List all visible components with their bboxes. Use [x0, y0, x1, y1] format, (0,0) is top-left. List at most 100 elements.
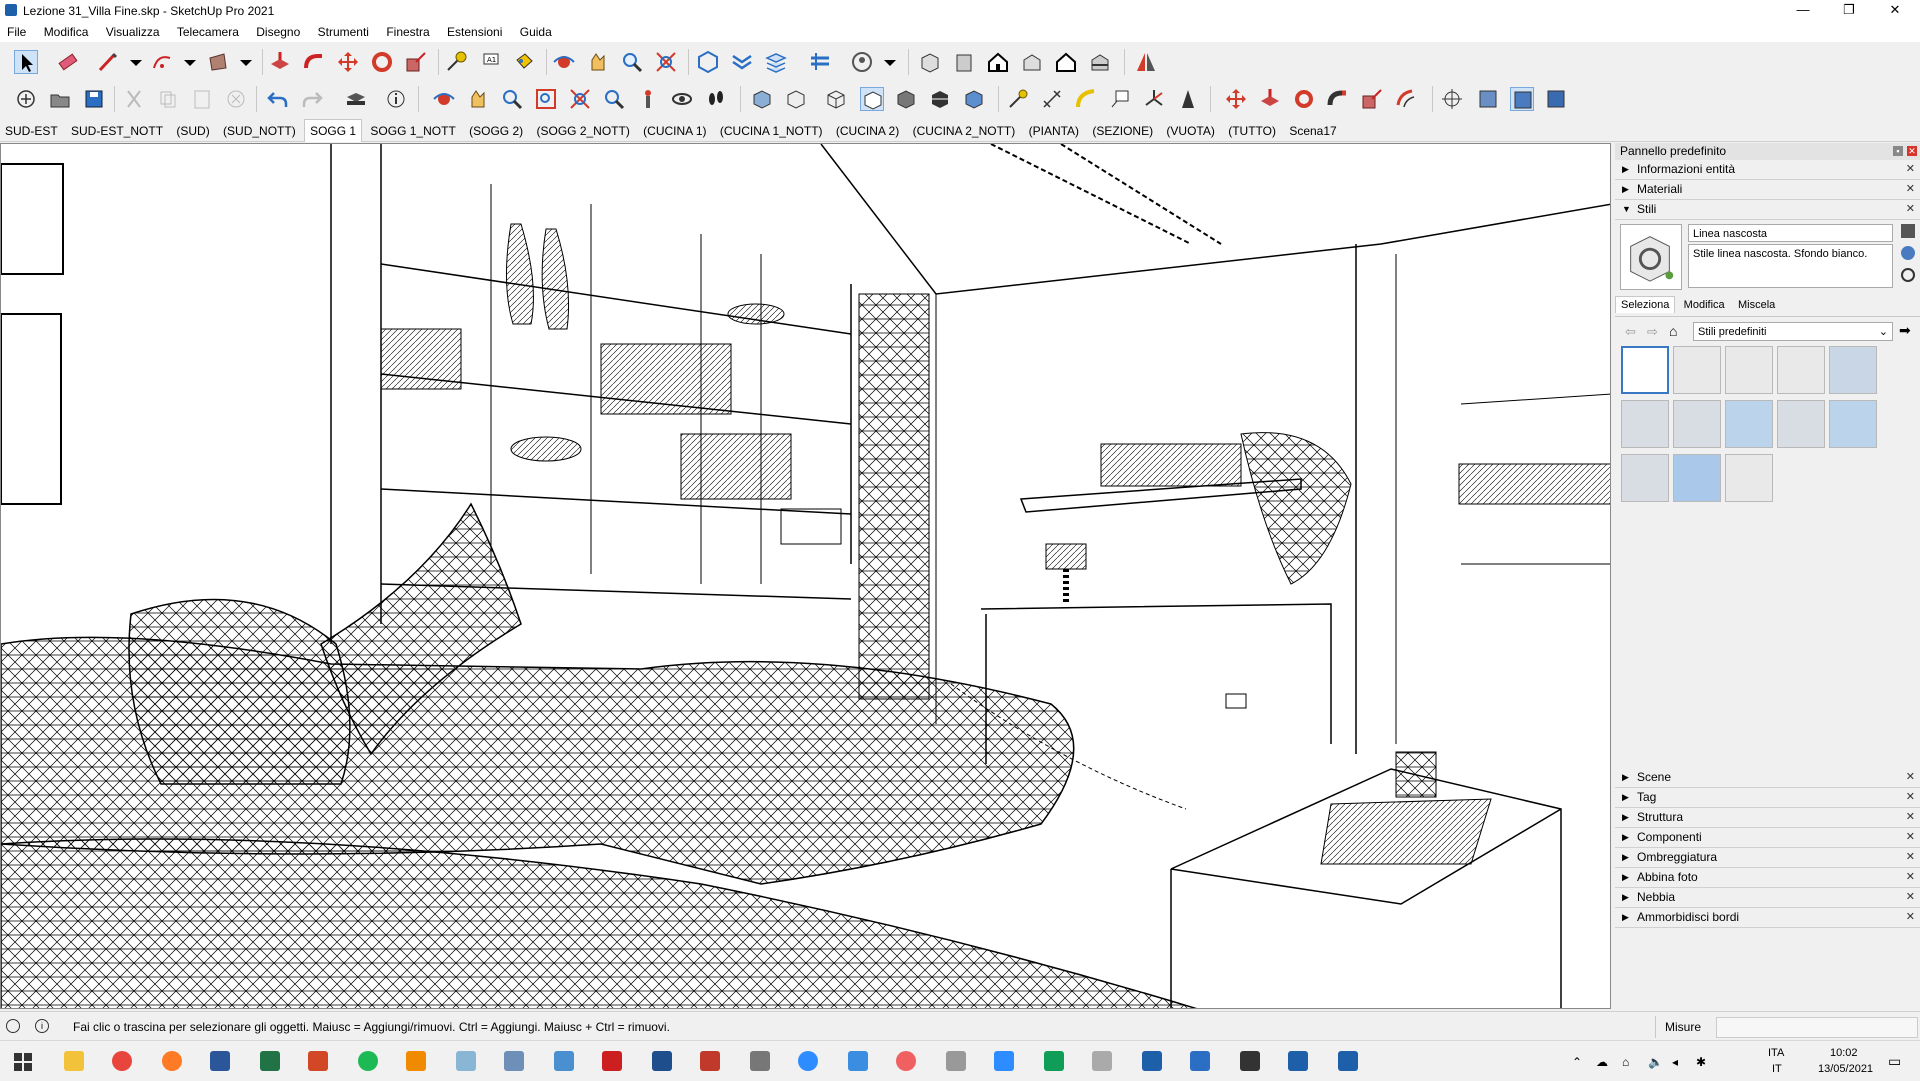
rectangle-tool-icon[interactable] [206, 50, 230, 74]
tray-struttura[interactable]: ▶ Struttura ✕ [1615, 808, 1920, 828]
tray-tag[interactable]: ▶ Tag ✕ [1615, 788, 1920, 808]
word-icon[interactable] [210, 1051, 230, 1071]
tray-scene[interactable]: ▶ Scene ✕ [1615, 768, 1920, 788]
network-icon[interactable]: ⌂ [1622, 1055, 1629, 1069]
model-viewport[interactable] [0, 143, 1611, 1009]
cut-icon[interactable] [122, 87, 146, 111]
scene-tab[interactable]: (PIANTA) [1024, 120, 1084, 142]
menu-finestra[interactable]: Finestra [379, 22, 436, 39]
save-icon[interactable] [82, 87, 106, 111]
profile-icon[interactable] [850, 50, 874, 74]
pin-icon[interactable]: ▪ [1893, 146, 1903, 156]
3d-warehouse-icon[interactable] [696, 50, 720, 74]
orbit-icon[interactable] [552, 50, 576, 74]
excel-icon[interactable] [260, 1051, 280, 1071]
rotate-small-icon[interactable] [1292, 87, 1316, 111]
select-tool-icon[interactable] [14, 50, 38, 74]
style-thumbnail[interactable] [1829, 400, 1877, 448]
follow-me-icon[interactable] [302, 50, 326, 74]
calculator-icon[interactable] [504, 1051, 524, 1071]
scene-tab[interactable]: (VUOTA) [1161, 120, 1219, 142]
onedrive-icon[interactable]: ☁ [1596, 1055, 1608, 1069]
cloud-icon[interactable] [798, 1051, 818, 1071]
refresh-icon[interactable] [1901, 268, 1915, 282]
app-icon[interactable] [456, 1051, 476, 1071]
clock-time[interactable]: 10:02 [1830, 1047, 1858, 1059]
undo-icon[interactable] [266, 87, 290, 111]
monochrome-icon[interactable] [962, 87, 986, 111]
front-view-icon[interactable] [986, 50, 1010, 74]
previous-view-icon[interactable] [602, 87, 626, 111]
section-plane-icon[interactable] [1440, 87, 1464, 111]
dimension-icon[interactable]: A1 [478, 50, 502, 74]
tape-measure-icon[interactable] [444, 50, 468, 74]
back-view-icon[interactable] [1054, 50, 1078, 74]
style-thumbnail[interactable] [1673, 346, 1721, 394]
tray-close-icon[interactable]: ✕ [1906, 828, 1915, 847]
app-icon[interactable] [1092, 1051, 1112, 1071]
tray-close-icon[interactable]: ✕ [1906, 808, 1915, 827]
tray-close-icon[interactable]: ✕ [1906, 160, 1915, 179]
style-thumbnail[interactable] [1725, 346, 1773, 394]
zoom-icon[interactable] [620, 50, 644, 74]
app-icon[interactable] [848, 1051, 868, 1071]
clock-date[interactable]: 13/05/2021 [1818, 1063, 1873, 1075]
arc-tool-icon[interactable] [150, 50, 174, 74]
style-collection-select[interactable]: Stili predefiniti ⌄ [1693, 322, 1893, 341]
app-icon[interactable] [1240, 1051, 1260, 1071]
update-style-icon[interactable] [1901, 246, 1915, 260]
input-language[interactable]: ITA [1768, 1047, 1784, 1059]
display-section-fill-icon[interactable] [1544, 87, 1568, 111]
create-style-icon[interactable] [1901, 224, 1915, 238]
menu-telecamera[interactable]: Telecamera [170, 22, 246, 39]
scene-tab[interactable]: SUD-EST_NOTT [66, 120, 168, 142]
style-thumbnail[interactable] [1725, 454, 1773, 502]
powerpoint-icon[interactable] [308, 1051, 328, 1071]
tray-stili[interactable]: ▼ Stili ✕ [1615, 200, 1920, 220]
model-info-icon[interactable] [384, 87, 408, 111]
scene-tab[interactable]: (CUCINA 1_NOTT) [715, 120, 828, 142]
panel-close-icon[interactable]: ✕ [1907, 146, 1917, 156]
tray-close-icon[interactable]: ✕ [1906, 908, 1915, 927]
style-name-field[interactable]: Linea nascosta [1688, 224, 1893, 242]
look-around-icon[interactable] [670, 87, 694, 111]
scene-tab[interactable]: (SUD_NOTT) [218, 120, 301, 142]
app-icon[interactable] [700, 1051, 720, 1071]
top-view-icon[interactable] [952, 50, 976, 74]
tray-close-icon[interactable]: ✕ [1906, 848, 1915, 867]
tray-informazioni-entita[interactable]: ▶ Informazioni entità ✕ [1615, 160, 1920, 180]
sketchup-icon[interactable] [1142, 1051, 1162, 1071]
speaker-icon[interactable]: ◂ [1672, 1055, 1678, 1069]
bluetooth-icon[interactable]: ✱ [1696, 1055, 1706, 1069]
protractor-icon[interactable] [1074, 87, 1098, 111]
scene-tab-active[interactable]: SOGG 1 [304, 119, 363, 142]
tray-materiali[interactable]: ▶ Materiali ✕ [1615, 180, 1920, 200]
menu-visualizza[interactable]: Visualizza [99, 22, 167, 39]
scene-tab[interactable]: Scena17 [1284, 120, 1341, 142]
style-thumbnail[interactable] [1673, 400, 1721, 448]
walk-icon[interactable] [704, 87, 728, 111]
app-icon[interactable] [750, 1051, 770, 1071]
hidden-line-icon[interactable] [860, 87, 884, 111]
tray-close-icon[interactable]: ✕ [1906, 180, 1915, 199]
menu-guida[interactable]: Guida [513, 22, 559, 39]
display-section-cuts-icon[interactable] [1510, 87, 1534, 111]
volume-icon[interactable]: 🔈 [1648, 1055, 1663, 1069]
menu-modifica[interactable]: Modifica [37, 22, 96, 39]
spotify-icon[interactable] [358, 1051, 378, 1071]
zoom-extents-small-icon[interactable] [568, 87, 592, 111]
position-camera-icon[interactable] [636, 87, 660, 111]
minimize-icon[interactable]: — [1780, 0, 1826, 22]
style-thumbnail[interactable] [1673, 454, 1721, 502]
3d-text-icon[interactable] [1176, 87, 1200, 111]
line-tool-icon[interactable] [96, 50, 120, 74]
style-description-field[interactable]: Stile linea nascosta. Sfondo bianco. [1688, 244, 1893, 288]
paint-bucket-icon[interactable] [512, 50, 536, 74]
arc-dropdown-icon[interactable] [178, 50, 202, 74]
measurements-input[interactable] [1716, 1017, 1918, 1038]
new-file-icon[interactable] [14, 87, 38, 111]
print-icon[interactable] [344, 87, 368, 111]
copy-icon[interactable] [156, 87, 180, 111]
tray-close-icon[interactable]: ✕ [1906, 868, 1915, 887]
menu-estensioni[interactable]: Estensioni [440, 22, 509, 39]
